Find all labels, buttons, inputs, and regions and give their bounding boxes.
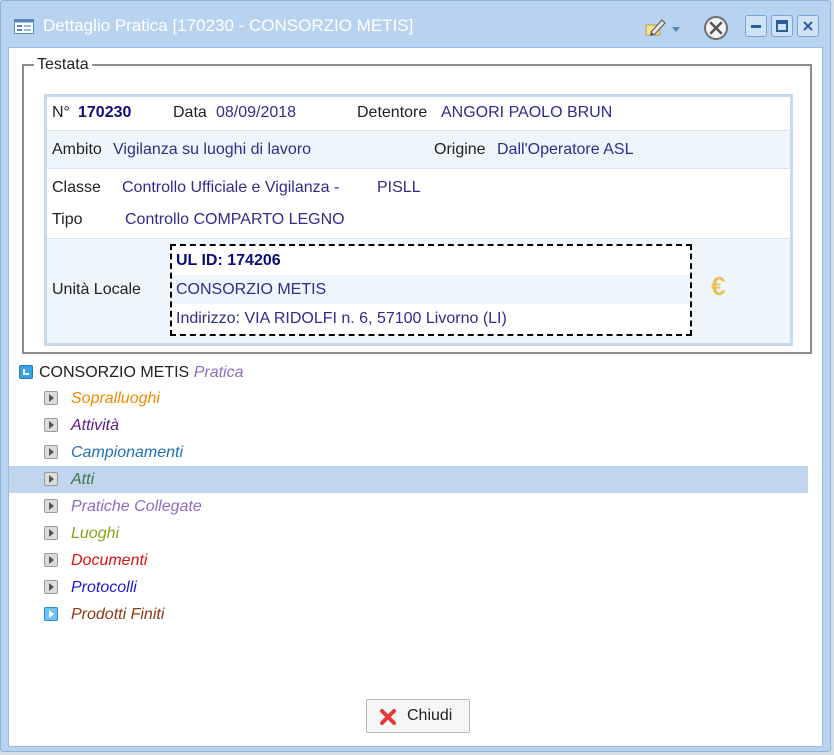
ambito-value: Vigilanza su luoghi di lavoro xyxy=(113,141,312,158)
window-title: Dettaglio Pratica [170230 - CONSORZIO ME… xyxy=(43,16,414,35)
collapse-icon[interactable] xyxy=(19,365,33,379)
tree-node[interactable]: Attività xyxy=(9,412,808,439)
row-ambito-origine: Ambito Vigilanza su luoghi di lavoro Ori… xyxy=(47,131,790,169)
close-button[interactable]: Chiudi xyxy=(366,699,470,733)
expand-arrow-icon[interactable] xyxy=(44,580,58,594)
testata-details: N° 170230 Data 08/09/2018 Detentore ANGO… xyxy=(44,94,793,346)
row-unita-locale: Unità Locale UL ID: 174206 CONSORZIO MET… xyxy=(47,239,790,343)
ul-address: Indirizzo: VIA RIDOLFI n. 6, 57100 Livor… xyxy=(176,310,507,327)
edit-pen-dropdown-icon[interactable] xyxy=(642,15,686,41)
expand-arrow-icon[interactable] xyxy=(44,472,58,486)
tree-node[interactable]: Protocolli xyxy=(9,574,808,601)
ul-name: CONSORZIO METIS xyxy=(172,275,690,304)
form-icon xyxy=(14,19,34,34)
euro-icon[interactable]: € xyxy=(711,271,725,302)
tipo-label: Tipo xyxy=(52,211,83,228)
origine-value: Dall'Operatore ASL xyxy=(497,141,634,158)
expand-arrow-icon[interactable] xyxy=(44,499,58,513)
tree-node-label: Luoghi xyxy=(71,525,120,542)
testata-fieldset: Testata N° 170230 Data 08/09/2018 Detent… xyxy=(22,56,812,354)
data-label: Data xyxy=(173,104,207,121)
window-body: Testata N° 170230 Data 08/09/2018 Detent… xyxy=(8,47,823,747)
tree-node[interactable]: Campionamenti xyxy=(9,439,808,466)
cancel-circle-icon[interactable] xyxy=(703,15,729,41)
tree-node-label: Campionamenti xyxy=(71,444,184,461)
tree-node-label: Attività xyxy=(71,417,120,434)
expand-arrow-icon[interactable] xyxy=(44,607,58,621)
tree-node[interactable]: Documenti xyxy=(9,547,808,574)
unita-locale-box[interactable]: UL ID: 174206 CONSORZIO METIS Indirizzo:… xyxy=(170,244,692,336)
expand-arrow-icon[interactable] xyxy=(44,526,58,540)
classe-suffix: PISLL xyxy=(377,179,421,196)
tree-node[interactable]: Pratiche Collegate xyxy=(9,493,808,520)
tree-node[interactable]: Luoghi xyxy=(9,520,808,547)
numero-value: 170230 xyxy=(78,104,132,121)
minimize-button[interactable] xyxy=(745,15,767,37)
close-icon xyxy=(803,21,813,31)
expand-arrow-icon[interactable] xyxy=(44,445,58,459)
tipo-value: Controllo COMPARTO LEGNO xyxy=(125,211,345,228)
tree-node[interactable]: Prodotti Finiti xyxy=(9,601,808,628)
red-x-icon xyxy=(380,709,396,725)
tree-node-label: Prodotti Finiti xyxy=(71,606,165,623)
data-value: 08/09/2018 xyxy=(216,104,297,121)
tree-node-label: Documenti xyxy=(71,552,148,569)
row-numero-data-detentore: N° 170230 Data 08/09/2018 Detentore ANGO… xyxy=(47,97,790,131)
maximize-button[interactable] xyxy=(771,15,793,37)
tree-node[interactable]: Atti xyxy=(9,466,808,493)
minimize-icon xyxy=(751,25,761,28)
close-window-button[interactable] xyxy=(797,15,819,37)
tree-root-name: CONSORZIO METIS xyxy=(39,364,190,381)
tree-root-suffix: Pratica xyxy=(193,364,244,381)
detentore-label: Detentore xyxy=(357,104,428,121)
row-classe-tipo: Classe Controllo Ufficiale e Vigilanza -… xyxy=(47,169,790,239)
classe-label: Classe xyxy=(52,179,101,196)
numero-label: N° xyxy=(52,104,70,121)
expand-arrow-icon[interactable] xyxy=(44,391,58,405)
maximize-icon xyxy=(776,20,788,32)
expand-arrow-icon[interactable] xyxy=(44,418,58,432)
origine-label: Origine xyxy=(434,141,486,158)
classe-value: Controllo Ufficiale e Vigilanza - xyxy=(122,179,340,196)
unita-locale-label: Unità Locale xyxy=(52,281,141,298)
tree-root[interactable]: CONSORZIO METIS Pratica xyxy=(19,364,243,382)
close-button-label: Chiudi xyxy=(407,707,453,724)
tree-node[interactable]: Sopralluoghi xyxy=(9,385,808,412)
expand-arrow-icon[interactable] xyxy=(44,553,58,567)
tree-node-label: Atti xyxy=(71,471,95,488)
tree-node-label: Pratiche Collegate xyxy=(71,498,202,515)
window-titlebar[interactable]: Dettaglio Pratica [170230 - CONSORZIO ME… xyxy=(1,1,830,46)
ambito-label: Ambito xyxy=(52,141,102,158)
tree-node-label: Sopralluoghi xyxy=(71,390,160,407)
pratica-detail-window: Dettaglio Pratica [170230 - CONSORZIO ME… xyxy=(0,0,831,752)
tree-node-label: Protocolli xyxy=(71,579,137,596)
testata-legend: Testata xyxy=(37,56,89,73)
ul-id: UL ID: 174206 xyxy=(176,252,281,269)
detentore-value: ANGORI PAOLO BRUN xyxy=(441,104,613,121)
